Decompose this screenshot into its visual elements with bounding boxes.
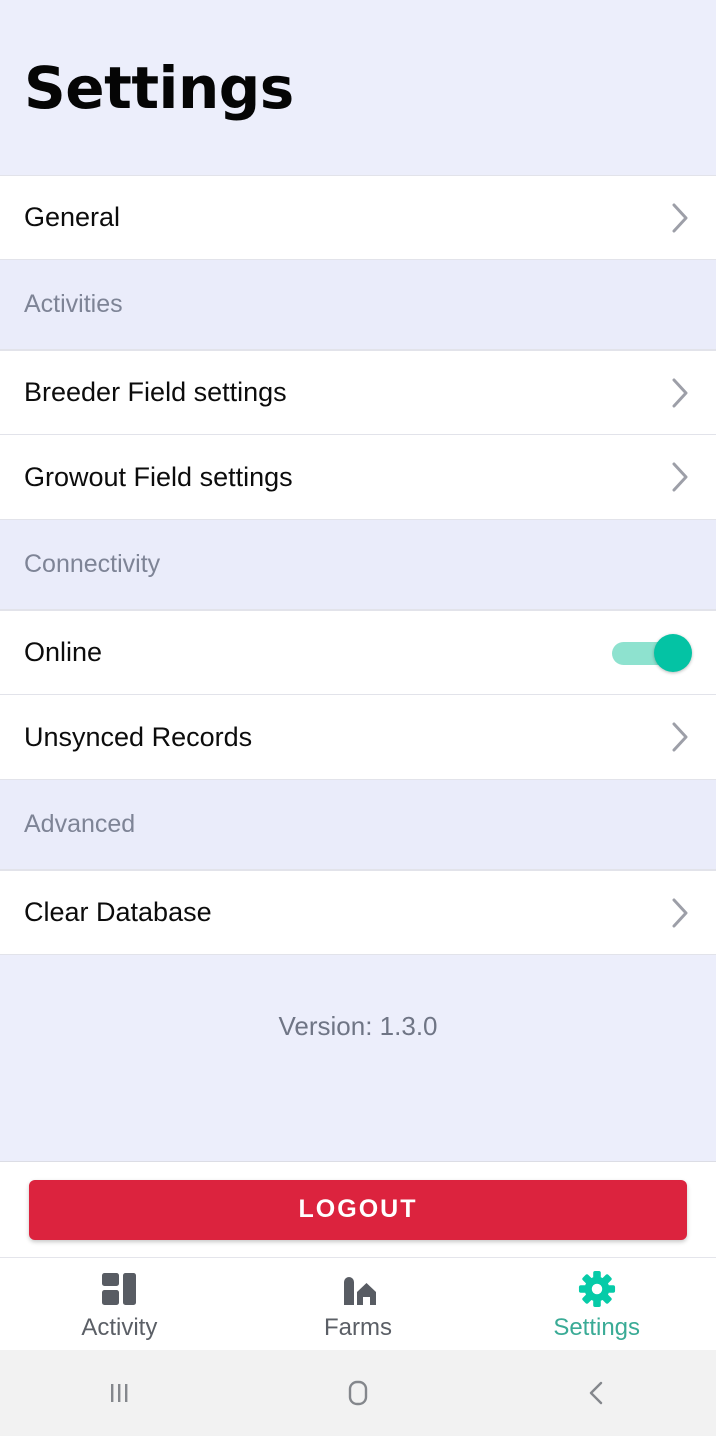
- back-icon[interactable]: [477, 1350, 716, 1436]
- tab-label: Activity: [81, 1313, 158, 1341]
- settings-row-label: Breeder Field settings: [24, 377, 287, 407]
- online-toggle-switch[interactable]: [612, 633, 692, 673]
- settings-row-growout-field-settings[interactable]: Growout Field settings: [0, 435, 716, 520]
- dashboard-icon: [98, 1269, 140, 1309]
- settings-row-label: Clear Database: [24, 897, 212, 927]
- version-label: Version: 1.3.0: [278, 1011, 438, 1041]
- page-title: Settings: [24, 53, 294, 122]
- home-icon[interactable]: [239, 1350, 478, 1436]
- chevron-right-icon: [670, 896, 692, 930]
- settings-row-clear-database[interactable]: Clear Database: [0, 870, 716, 955]
- toggle-thumb: [654, 633, 692, 672]
- settings-row-unsynced-records[interactable]: Unsynced Records: [0, 695, 716, 780]
- logout-button[interactable]: LOGOUT: [29, 1179, 687, 1240]
- tab-activity[interactable]: Activity: [0, 1258, 239, 1350]
- tab-farms[interactable]: Farms: [239, 1258, 478, 1350]
- settings-screen: Settings General Activities Breeder Fiel…: [0, 0, 716, 1436]
- settings-row-label: Unsynced Records: [24, 721, 253, 752]
- barn-icon: [337, 1269, 379, 1309]
- gear-icon: [576, 1269, 618, 1309]
- tab-label: Farms: [324, 1313, 392, 1341]
- chevron-right-icon: [670, 201, 692, 235]
- chevron-right-icon: [670, 460, 692, 494]
- tab-label: Settings: [553, 1313, 641, 1341]
- version-area: Version: 1.3.0: [0, 955, 716, 1161]
- settings-row-online[interactable]: Online: [0, 610, 716, 695]
- tab-settings[interactable]: Settings: [477, 1258, 716, 1350]
- chevron-right-icon: [670, 376, 692, 410]
- system-navigation-bar: [0, 1350, 716, 1436]
- settings-row-general[interactable]: General: [0, 175, 716, 260]
- recents-icon[interactable]: [0, 1350, 239, 1436]
- section-header-label: Advanced: [24, 810, 136, 838]
- section-header-label: Activities: [24, 290, 123, 318]
- section-header-activities: Activities: [0, 260, 716, 350]
- logout-area: LOGOUT: [0, 1161, 716, 1257]
- chevron-right-icon: [670, 720, 692, 754]
- section-header-label: Connectivity: [24, 550, 161, 578]
- settings-list: General Activities Breeder Field setting…: [0, 175, 716, 1161]
- bottom-tab-bar: Activity Farms Settings: [0, 1257, 716, 1350]
- settings-row-label: Online: [24, 637, 103, 667]
- settings-row-breeder-field-settings[interactable]: Breeder Field settings: [0, 350, 716, 435]
- settings-row-label: Growout Field settings: [24, 461, 293, 492]
- section-header-connectivity: Connectivity: [0, 520, 716, 610]
- app-header: Settings: [0, 0, 716, 175]
- section-header-advanced: Advanced: [0, 780, 716, 870]
- settings-row-label: General: [24, 202, 121, 232]
